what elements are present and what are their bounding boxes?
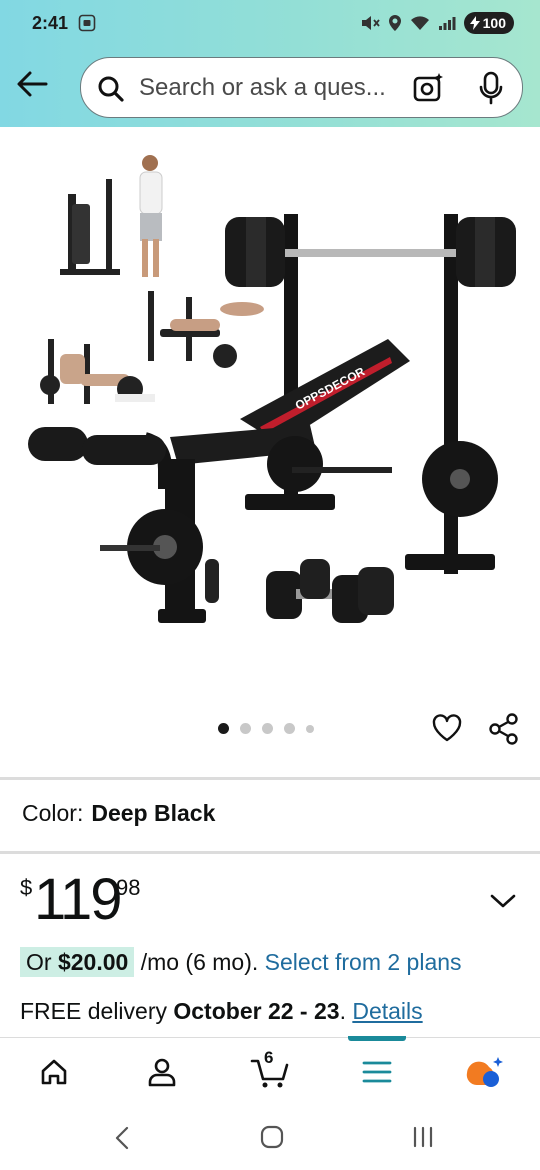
search-bar[interactable]: Search or ask a ques... — [80, 57, 523, 118]
nav-cart[interactable]: 6 — [248, 1048, 292, 1092]
charging-icon — [469, 16, 480, 30]
heart-icon[interactable] — [431, 713, 463, 743]
price-fraction: 98 — [116, 875, 141, 900]
battery-indicator: 100 — [463, 12, 514, 34]
nav-menu[interactable] — [357, 1052, 397, 1092]
delivery-info: FREE delivery October 22 - 23. Details — [20, 998, 423, 1025]
carousel-dot[interactable] — [284, 723, 295, 734]
search-input[interactable]: Search or ask a ques... — [139, 74, 386, 102]
visual-search-camera-icon[interactable] — [413, 71, 445, 103]
cart-count-badge: 6 — [264, 1048, 274, 1067]
menu-icon — [362, 1061, 392, 1083]
delivery-prefix: FREE delivery — [20, 998, 167, 1024]
microphone-icon[interactable] — [478, 71, 504, 105]
divider — [0, 777, 540, 780]
price-whole: 119 — [34, 867, 122, 932]
delivery-sep: . — [339, 998, 346, 1024]
share-icon[interactable] — [487, 712, 521, 746]
divider — [0, 851, 540, 854]
price-symbol: $ — [20, 875, 33, 900]
mute-icon — [361, 16, 380, 30]
usage-thumbnail-seated — [40, 339, 155, 404]
carousel-dot[interactable] — [306, 724, 314, 733]
monthly-suffix: /mo (6 mo). — [140, 949, 259, 975]
bottom-nav: 6 — [0, 1036, 540, 1107]
app-header: 2:41 100 Search or ask a ques... — [0, 0, 540, 127]
signal-icon — [438, 17, 456, 30]
back-arrow-icon[interactable] — [14, 66, 50, 102]
color-label: Color: — [22, 800, 84, 826]
location-icon — [388, 15, 401, 31]
rufus-icon — [466, 1057, 503, 1087]
wifi-icon — [410, 16, 429, 30]
monthly-amount: $20.00 — [57, 949, 129, 975]
color-selection[interactable]: Color: Deep Black — [22, 800, 215, 827]
weight-bench: OPPSDECOR — [28, 214, 516, 623]
system-home-icon[interactable] — [260, 1125, 284, 1149]
carousel-dots[interactable] — [218, 723, 314, 734]
usage-thumbnail-standing — [60, 155, 163, 277]
monthly-payment: Or $20.00 /mo (6 mo). Select from 2 plan… — [20, 947, 462, 977]
carousel-dot[interactable] — [218, 723, 229, 734]
color-value: Deep Black — [91, 800, 216, 826]
nav-rufus[interactable] — [465, 1052, 505, 1092]
status-icons: 100 — [360, 12, 514, 34]
system-navigation-bar — [0, 1107, 540, 1170]
system-back-icon[interactable] — [112, 1125, 132, 1151]
delivery-dates: October 22 - 23 — [173, 998, 340, 1024]
chevron-down-icon[interactable] — [490, 893, 516, 909]
delivery-details-link[interactable]: Details — [352, 998, 422, 1024]
nav-home[interactable] — [34, 1052, 74, 1092]
account-icon — [148, 1058, 176, 1087]
monthly-prefix: Or — [26, 949, 52, 975]
nav-account[interactable] — [142, 1052, 182, 1092]
product-gallery[interactable]: OPPSDECOR — [0, 127, 540, 777]
monthly-highlight: Or $20.00 — [20, 947, 135, 977]
search-icon — [98, 76, 124, 102]
select-plans-link[interactable]: Select from 2 plans — [265, 949, 462, 975]
status-time: 2:41 — [32, 13, 69, 33]
usage-thumbnail-legs — [148, 291, 264, 368]
carousel-dot[interactable] — [240, 723, 251, 734]
active-tab-indicator — [348, 1036, 406, 1041]
dumbbells — [266, 559, 394, 623]
product-image[interactable]: OPPSDECOR — [20, 139, 520, 699]
carousel-dot[interactable] — [262, 723, 273, 734]
home-icon — [41, 1059, 67, 1085]
battery-level: 100 — [482, 15, 506, 31]
screenshot-icon — [78, 14, 96, 32]
system-recents-icon[interactable] — [410, 1125, 436, 1149]
status-bar: 2:41 100 — [0, 0, 540, 48]
